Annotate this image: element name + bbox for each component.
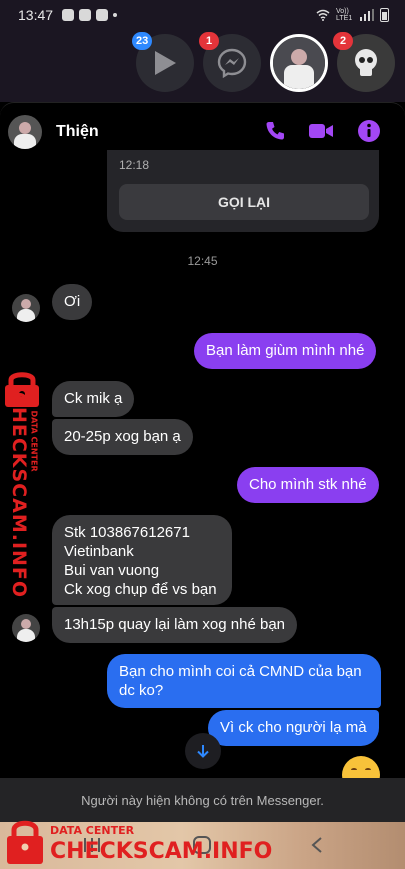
signal-icon	[360, 9, 374, 21]
message-bubble-incoming[interactable]: Ơi	[52, 284, 93, 320]
avatar	[273, 37, 325, 89]
watermark-side: CHECKSCAM.INFO DATA CENTER	[2, 368, 50, 598]
carrier-label: Vo)) LTE1	[336, 8, 353, 22]
missed-call-card: 12:18 GỌI LẠI	[107, 150, 379, 232]
messenger-icon	[217, 48, 247, 78]
contact-avatar[interactable]	[8, 115, 42, 149]
chat-head-play[interactable]: 23	[132, 32, 194, 92]
message-bubble-outgoing[interactable]: Bạn làm giùm mình nhé	[194, 333, 377, 369]
system-icons: Vo)) LTE1	[316, 8, 389, 22]
video-call-button[interactable]	[307, 117, 335, 145]
message-bubble-incoming[interactable]: 13h15p quay lại làm xog nhé bạn	[52, 607, 298, 643]
arrow-down-icon	[197, 745, 209, 758]
contact-name[interactable]: Thiện	[56, 123, 99, 141]
info-icon	[358, 120, 380, 142]
call-time: 12:18	[119, 158, 150, 172]
watermark-tagline-vertical: DATA CENTER	[29, 410, 39, 472]
sender-avatar	[12, 294, 40, 322]
unread-badge: 2	[333, 32, 353, 50]
watermark-bottom: DATA CENTER CHECKSCAM.INFO	[0, 815, 272, 869]
back-icon	[311, 837, 322, 853]
chat-head-user[interactable]	[270, 34, 328, 92]
watermark-brand: CHECKSCAM.INFO	[50, 839, 273, 864]
message-timestamp: 12:45	[187, 254, 218, 268]
skull-avatar-icon	[355, 49, 377, 76]
more-notifications-icon	[113, 13, 117, 17]
unread-badge: 23	[132, 32, 153, 50]
chat-head-skull[interactable]: 2	[333, 32, 395, 92]
call-back-button[interactable]: GỌI LẠI	[119, 184, 369, 220]
status-time: 13:47	[18, 7, 54, 23]
message-bubble-outgoing[interactable]: Cho mình stk nhé	[237, 467, 379, 503]
unread-badge: 1	[199, 32, 219, 50]
notification-icons	[62, 9, 117, 21]
watermark-tagline: DATA CENTER	[50, 824, 135, 837]
sender-avatar	[12, 614, 40, 642]
message-bubble-incoming[interactable]: Stk 103867612671 Vietinbank Bui van vuon…	[52, 515, 232, 605]
message-bubble-incoming[interactable]: 20-25p xog bạn ạ	[52, 419, 193, 455]
voice-call-button[interactable]	[261, 117, 289, 145]
chat-heads-row: 23 1 2	[0, 30, 405, 102]
status-bar: 13:47 Vo)) LTE1	[0, 0, 405, 30]
back-button[interactable]	[305, 834, 329, 856]
chat-head-messenger[interactable]: 1	[199, 32, 261, 92]
watermark-brand-vertical: CHECKSCAM.INFO	[8, 392, 30, 599]
info-button[interactable]	[355, 117, 383, 145]
messenger-notification-icon	[96, 9, 108, 21]
messenger-notification-icon	[62, 9, 74, 21]
video-camera-icon	[309, 124, 333, 138]
gallery-notification-icon	[79, 9, 91, 21]
message-bubble-outgoing[interactable]: Vì ck cho người lạ mà	[208, 710, 379, 746]
battery-icon	[380, 8, 389, 22]
play-icon	[155, 51, 176, 75]
message-bubble-outgoing[interactable]: Bạn cho mình coi cả CMND của bạn dc ko?	[107, 654, 381, 708]
padlock-logo-icon	[7, 820, 43, 864]
phone-icon	[266, 122, 284, 140]
scroll-to-bottom-button[interactable]	[185, 733, 221, 769]
wifi-icon	[316, 9, 330, 21]
message-bubble-incoming[interactable]: Ck mik ạ	[52, 381, 135, 417]
